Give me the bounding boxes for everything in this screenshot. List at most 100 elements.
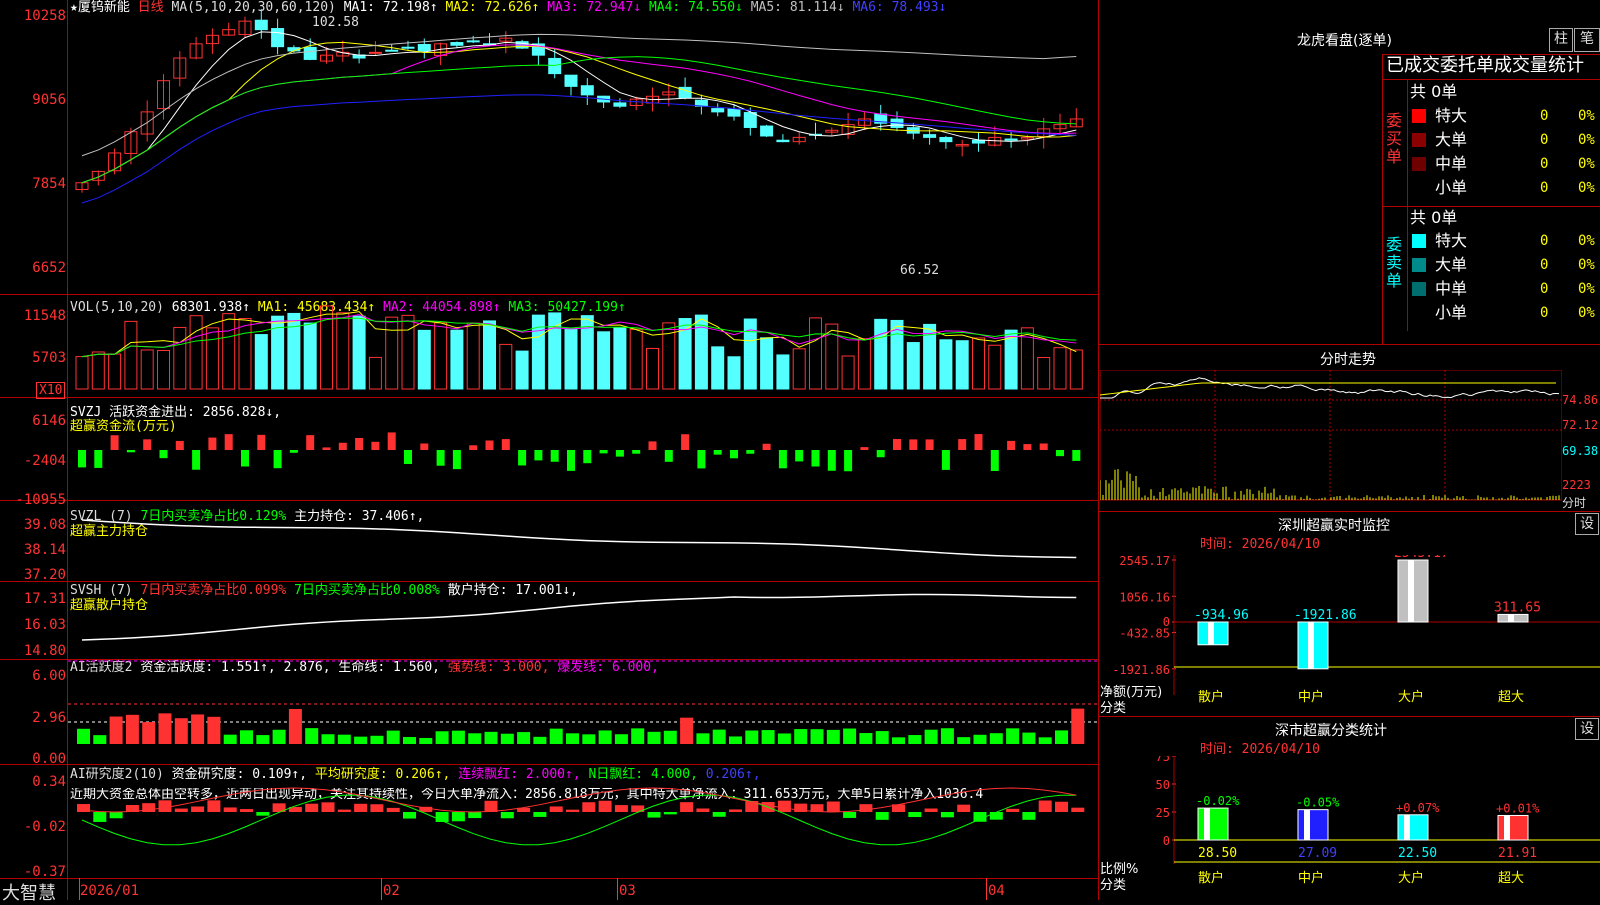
research-bar [777, 800, 791, 812]
fund-flow-bar [78, 450, 86, 468]
research-bar [647, 812, 661, 818]
research-bar [370, 804, 384, 812]
candle-body [450, 42, 464, 46]
volume-bar [988, 344, 1002, 390]
monitor-ytick: 1056.16 [1119, 590, 1170, 604]
volume-bar [629, 328, 643, 390]
volume-bar [124, 320, 138, 390]
main-ytick: 7854 [32, 176, 66, 192]
fund-flow-bar [322, 447, 331, 450]
candle-body [385, 49, 399, 52]
main-ytick: 10258 [23, 8, 66, 24]
candle-body [760, 125, 774, 137]
fund-flow-bar [762, 443, 771, 450]
classify-category: 超大 [1498, 871, 1524, 886]
fund-flow-bar [876, 450, 885, 458]
fund-flow-bar [371, 441, 380, 450]
bar-mode-button[interactable]: 柱 [1549, 28, 1573, 52]
ai2-ytick: -0.37 [23, 864, 66, 880]
volume-bar [874, 318, 888, 390]
research-bar [158, 800, 172, 812]
activity-bar [908, 735, 922, 744]
xaxis-label: 2026/01 [80, 883, 140, 899]
research-bar [663, 812, 677, 815]
order-pct: 0% [1578, 156, 1595, 172]
ai2-ytick: 0.34 [32, 774, 66, 790]
classify-bar-shine [1404, 814, 1410, 840]
ai1-ytick: 2.96 [32, 710, 66, 726]
kline-chart-area[interactable] [68, 0, 1098, 878]
activity-bar [794, 729, 808, 744]
classify-ytick: 0 [1163, 834, 1170, 848]
volume-bar [466, 322, 480, 390]
monitor-chart[interactable]: 2545.171056.160-432.85-1921.86-934.96散户-… [1100, 555, 1600, 715]
activity-bar [973, 734, 987, 744]
research-bar [680, 802, 694, 812]
order-size-label: 大单 [1435, 255, 1468, 274]
research-bar [1071, 807, 1085, 812]
monitor-settings-button[interactable]: 设 [1575, 513, 1599, 535]
activity-bar [419, 737, 433, 744]
sell-side-label: 委卖单 [1386, 235, 1403, 290]
order-count: 0 [1540, 156, 1549, 172]
activity-bar [745, 730, 759, 744]
classify-ytick: 50 [1156, 778, 1170, 792]
volume-bar [1037, 357, 1051, 390]
buy-total: 共 0单 [1410, 82, 1458, 101]
fenshi-title: 分时走势 [1320, 352, 1376, 368]
volume-bar [1053, 347, 1067, 390]
volume-bar [809, 317, 822, 390]
fund-flow-bar [844, 450, 853, 472]
fenshi-chart[interactable] [1100, 370, 1562, 510]
monitor-ytick: -432.85 [1119, 627, 1170, 641]
monitor-bar-shine [1408, 560, 1414, 622]
divider-xaxis [0, 878, 1098, 879]
candle-body [776, 139, 790, 143]
classify-change-label: +0.01% [1496, 801, 1540, 815]
candle-body [939, 136, 953, 143]
monitor-category: 散户 [1198, 689, 1224, 705]
order-pct: 0% [1578, 180, 1595, 196]
xaxis-tick [79, 878, 80, 900]
candle-body [727, 108, 741, 117]
activity-bar [810, 729, 824, 744]
volume-bar [75, 356, 89, 390]
fund-flow-bar [860, 447, 869, 450]
candle-body [972, 139, 985, 144]
order-count: 0 [1540, 233, 1549, 249]
volume-bar [841, 355, 855, 390]
fenshi-ytick: 74.86 [1562, 393, 1599, 407]
brand-logo[interactable]: 大智慧 [2, 879, 56, 905]
volume-bar [955, 340, 969, 390]
fund-flow-bar [632, 450, 641, 454]
activity-bar [305, 728, 319, 744]
activity-bar [533, 736, 547, 744]
monitor-value-label: -1921.86 [1294, 608, 1357, 623]
svsh-ytick: 16.03 [23, 617, 66, 633]
tick-mode-button[interactable]: 笔 [1574, 28, 1600, 52]
volume-bar [776, 354, 790, 390]
research-bar [321, 802, 335, 812]
classify-settings-button[interactable]: 设 [1575, 718, 1599, 740]
activity-bar [1006, 728, 1020, 744]
classify-bar [1297, 809, 1329, 841]
activity-bar [631, 728, 645, 744]
research-bar [386, 807, 400, 812]
research-bar [826, 801, 840, 812]
monitor-bar-shine [1308, 622, 1314, 669]
xaxis-tick [617, 878, 618, 900]
fund-flow-bar [1007, 440, 1016, 450]
activity-bar [321, 734, 335, 744]
vol-ytick: 5703 [32, 350, 66, 366]
ai2-ytick: -0.02 [23, 819, 66, 835]
research-bar [207, 800, 221, 812]
svzj-ytick: -10955 [15, 492, 66, 508]
order-pct: 0% [1578, 281, 1595, 297]
activity-bar [549, 728, 563, 744]
classify-chart[interactable]: 75 50 25 0 -0.02% 28.50 散户 -0.05% 27.09 中户 +0.07% 2… [1100, 756, 1600, 900]
classify-category: 中户 [1298, 870, 1324, 886]
fund-flow-bar [827, 450, 836, 471]
fund-flow-bar [567, 450, 575, 471]
research-bar [549, 806, 563, 812]
activity-bar [1022, 732, 1036, 744]
